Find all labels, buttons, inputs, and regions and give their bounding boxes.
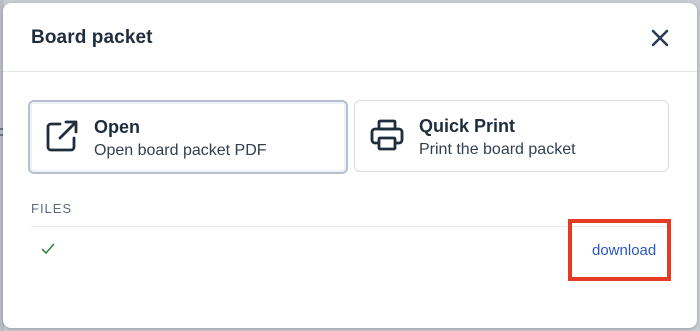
board-packet-dialog: Board packet Open Open board packet PDF … — [3, 3, 697, 328]
close-button[interactable] — [649, 27, 671, 49]
highlight-box — [568, 219, 671, 281]
open-pdf-button[interactable]: Open Open board packet PDF — [28, 100, 348, 174]
open-label: Open — [94, 117, 141, 137]
open-description: Open board packet PDF — [94, 142, 267, 159]
quick-print-button[interactable]: Quick Print Print the board packet — [354, 100, 669, 172]
quick-print-label: Quick Print — [419, 116, 516, 136]
files-section-label: FILES — [31, 201, 73, 216]
checkmark-icon — [41, 243, 55, 254]
close-icon — [651, 29, 669, 47]
dialog-title: Board packet — [31, 27, 153, 48]
dialog-header: Board packet — [3, 3, 697, 72]
printer-icon — [370, 119, 404, 151]
external-link-icon — [46, 120, 78, 152]
quick-print-description: Print the board packet — [419, 141, 576, 158]
